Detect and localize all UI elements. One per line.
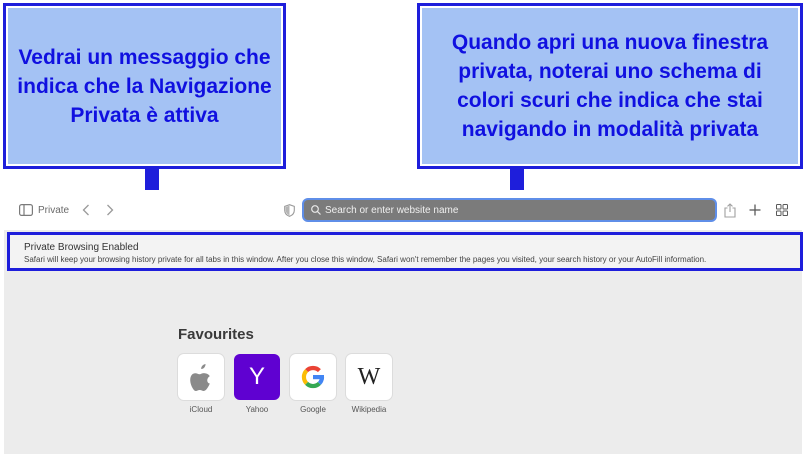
- address-bar[interactable]: [304, 200, 715, 220]
- chevron-right-icon: [107, 204, 114, 216]
- search-input[interactable]: [325, 204, 705, 216]
- privacy-report-button[interactable]: [282, 202, 296, 218]
- favourite-tile: [290, 354, 336, 400]
- annotation-callout-right: Quando apri una nuova finestra privata, …: [417, 3, 803, 169]
- grid-icon: [776, 204, 788, 216]
- favourite-label: Google: [300, 405, 326, 414]
- banner-title: Private Browsing Enabled: [24, 242, 139, 253]
- toolbar: Private: [4, 190, 802, 230]
- apple-icon: [190, 364, 210, 391]
- forward-button[interactable]: [102, 200, 118, 220]
- favourite-label: iCloud: [189, 405, 213, 414]
- search-icon: [311, 205, 321, 215]
- favourite-wikipedia[interactable]: W Wikipedia: [344, 354, 394, 414]
- favourite-google[interactable]: Google: [288, 354, 338, 414]
- sidebar-icon: [19, 204, 33, 216]
- favourite-yahoo[interactable]: Y Yahoo: [232, 354, 282, 414]
- favourite-tile: [178, 354, 224, 400]
- yahoo-icon: Y: [234, 354, 280, 400]
- annotation-text-right: Quando apri una nuova finestra privata, …: [451, 31, 769, 141]
- google-icon: [301, 365, 325, 389]
- annotation-text-left: Vedrai un messaggio che indica che la Na…: [17, 45, 272, 127]
- sidebar-toggle-button[interactable]: [16, 202, 36, 218]
- favourite-label: Wikipedia: [351, 405, 387, 414]
- safari-window: Private Search or enter website name Pri…: [4, 190, 803, 454]
- plus-icon: [749, 204, 761, 216]
- private-browsing-banner: Private Browsing Enabled Safari will kee…: [7, 232, 803, 271]
- share-icon: [724, 202, 736, 218]
- private-tab-label: Private: [38, 204, 70, 216]
- share-button[interactable]: [722, 200, 738, 220]
- banner-description: Safari will keep your browsing history p…: [24, 255, 707, 264]
- favourite-icloud[interactable]: iCloud: [176, 354, 226, 414]
- wikipedia-icon: W: [346, 354, 392, 400]
- chevron-left-icon: [82, 204, 89, 216]
- new-tab-button[interactable]: [746, 200, 764, 220]
- shield-icon: [283, 203, 295, 217]
- tab-overview-button[interactable]: [774, 201, 790, 219]
- annotation-callout-left: Vedrai un messaggio che indica che la Na…: [3, 3, 286, 169]
- favourites-heading: Favourites: [178, 326, 254, 343]
- favourite-label: Yahoo: [245, 405, 269, 414]
- back-button[interactable]: [78, 200, 94, 220]
